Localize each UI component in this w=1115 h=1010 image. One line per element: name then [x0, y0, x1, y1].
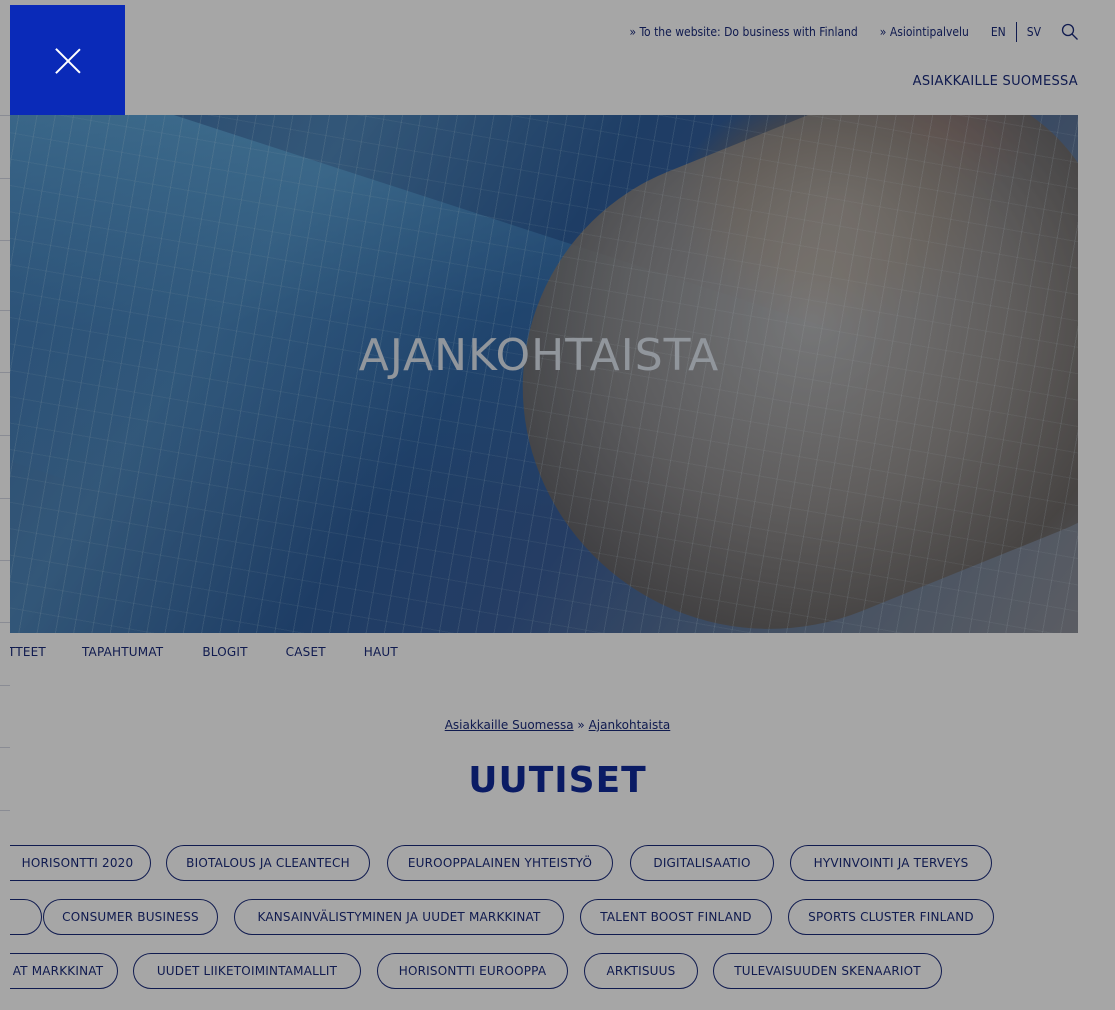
tag-label: CONSUMER BUSINESS — [62, 910, 199, 924]
drawer-divider — [0, 115, 10, 116]
tag-label: HORISONTTI 2020 — [21, 856, 134, 870]
tag-label: HYVINVOINTI JA TERVEYS — [813, 856, 969, 870]
close-menu-button[interactable] — [10, 5, 125, 115]
page: » To the website: Do business with Finla… — [0, 0, 1115, 1010]
menu-drawer — [0, 0, 10, 1010]
tag-tulevaisuuden-skenaariot[interactable]: TULEVAISUUDEN SKENAARIOT — [713, 953, 942, 989]
tag-label: UUDET LIIKETOIMINTAMALLIT — [156, 964, 338, 978]
lang-sv-link[interactable]: SV — [1027, 25, 1041, 39]
tag-arktisuus[interactable]: ARKTISUUS — [584, 953, 698, 989]
tag-label: BIOTALOUS JA CLEANTECH — [186, 856, 350, 870]
tag-label: AT MARKKINAT — [12, 964, 104, 978]
section-nav-item-haut[interactable]: HAUT — [364, 645, 398, 659]
breadcrumb-home-link[interactable]: Asiakkaille Suomessa — [445, 718, 574, 732]
drawer-divider — [0, 685, 10, 686]
drawer-divider — [0, 498, 10, 499]
tag-kansainvalistyminen[interactable]: KANSAINVÄLISTYMINEN JA UUDET MARKKINAT — [234, 899, 564, 935]
tag-horisontti-2020[interactable]: HORISONTTI 2020 — [0, 845, 151, 881]
tag-label: ARKTISUUS — [606, 964, 676, 978]
drawer-divider — [0, 178, 10, 179]
lang-divider — [1015, 22, 1017, 42]
drawer-divider — [0, 372, 10, 373]
site-header: » To the website: Do business with Finla… — [125, 0, 1115, 115]
breadcrumb-separator: » — [577, 718, 585, 732]
tag-label: KANSAINVÄLISTYMINEN JA UUDET MARKKINAT — [257, 910, 541, 924]
drawer-divider — [0, 747, 10, 748]
section-nav-item-blogit[interactable]: BLOGIT — [202, 645, 247, 659]
drawer-divider — [0, 810, 10, 811]
tag-uudet-liiketoimintamallit[interactable]: UUDET LIIKETOIMINTAMALLIT — [133, 953, 361, 989]
section-nav: TTEET TAPAHTUMAT BLOGIT CASET HAUT — [0, 645, 398, 659]
tag-talent-boost-finland[interactable]: TALENT BOOST FINLAND — [580, 899, 772, 935]
hero-title: AJANKOHTAISTA — [358, 330, 720, 381]
drawer-divider — [0, 310, 10, 311]
tag-label: EUROOPPALAINEN YHTEISTYÖ — [407, 856, 593, 870]
tag-label: TALENT BOOST FINLAND — [600, 910, 752, 924]
section-nav-item-caset[interactable]: CASET — [286, 645, 326, 659]
utility-nav: » To the website: Do business with Finla… — [607, 22, 1079, 42]
breadcrumb: Asiakkaille Suomessa » Ajankohtaista — [0, 718, 1115, 732]
tag-biotalous-cleantech[interactable]: BIOTALOUS JA CLEANTECH — [166, 845, 370, 881]
website-link[interactable]: » To the website: Do business with Finla… — [629, 25, 857, 39]
tag-sports-cluster-finland[interactable]: SPORTS CLUSTER FINLAND — [788, 899, 994, 935]
search-icon[interactable] — [1061, 23, 1079, 41]
page-title: UUTISET — [468, 760, 647, 801]
tag-consumer-business[interactable]: CONSUMER BUSINESS — [43, 899, 218, 935]
tag-hyvinvointi-terveys[interactable]: HYVINVOINTI JA TERVEYS — [790, 845, 992, 881]
drawer-divider — [0, 560, 10, 561]
tag-label: HORISONTTI EUROOPPA — [398, 964, 547, 978]
service-link[interactable]: » Asiointipalvelu — [880, 25, 969, 39]
main-nav-item[interactable]: ASIAKKAILLE SUOMESSA — [913, 74, 1078, 89]
breadcrumb-current-link[interactable]: Ajankohtaista — [589, 718, 671, 732]
section-nav-item-tteet[interactable]: TTEET — [8, 645, 46, 659]
tag-at-markkinat[interactable]: AT MARKKINAT — [0, 953, 118, 989]
tag-label: SPORTS CLUSTER FINLAND — [808, 910, 974, 924]
lang-en-link[interactable]: EN — [991, 25, 1006, 39]
tag-eurooppalainen-yhteistyo[interactable]: EUROOPPALAINEN YHTEISTYÖ — [387, 845, 613, 881]
tag-digitalisaatio[interactable]: DIGITALISAATIO — [630, 845, 774, 881]
tag-label: TULEVAISUUDEN SKENAARIOT — [734, 964, 921, 978]
section-nav-item-tapahtumat[interactable]: TAPAHTUMAT — [82, 645, 163, 659]
drawer-divider — [0, 435, 10, 436]
drawer-divider — [0, 240, 10, 241]
tag-horisontti-eurooppa[interactable]: HORISONTTI EUROOPPA — [377, 953, 568, 989]
drawer-divider — [0, 622, 10, 623]
tag-label: DIGITALISAATIO — [653, 856, 751, 870]
hero-banner: AJANKOHTAISTA — [0, 115, 1078, 633]
